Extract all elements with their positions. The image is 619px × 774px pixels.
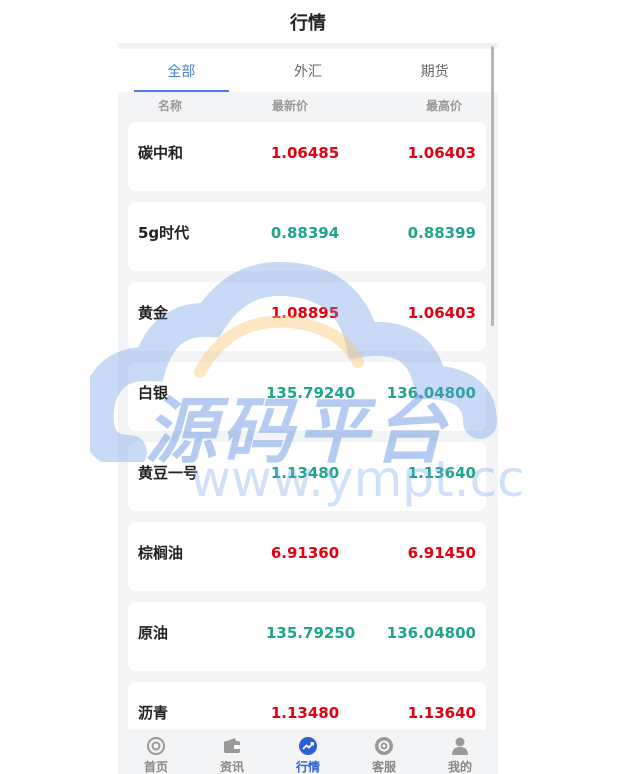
quote-row[interactable]: 5g时代 0.88394 0.88399 [128,202,486,271]
quote-name: 黄豆一号 [138,464,199,482]
tabbar-service[interactable]: 客服 [346,730,422,774]
tabbar-label: 客服 [371,760,396,774]
home-icon [146,736,166,756]
tab-futures[interactable]: 期货 [371,49,498,92]
quote-name: 原油 [138,624,169,642]
tabbar-news[interactable]: 资讯 [194,730,270,774]
bottom-tabbar: 首页 资讯 行情 客服 我的 [118,730,498,774]
quote-high: 136.04800 [386,384,476,402]
tabbar-label: 行情 [295,760,320,774]
quote-row[interactable]: 黄金 1.08895 1.06403 [128,282,486,351]
tabbar-label: 首页 [143,760,168,774]
phone-screen: 行情 全部 外汇 期货 名称 最新价 最高价 碳中和 1.06485 1.064… [118,0,498,774]
quote-row[interactable]: 碳中和 1.06485 1.06403 [128,122,486,191]
tab-all[interactable]: 全部 [118,49,245,92]
tabbar-home[interactable]: 首页 [118,730,194,774]
quote-high: 1.13640 [407,464,476,482]
column-header: 名称 最新价 最高价 [118,92,498,118]
tabbar-label: 我的 [447,760,472,774]
column-high: 最高价 [426,98,463,113]
wallet-icon [222,736,242,756]
service-icon [374,736,394,756]
quote-latest: 135.79250 [266,624,356,642]
header-bar: 行情 [118,0,498,46]
tabbar-market[interactable]: 行情 [270,730,346,774]
tab-bar: 全部 外汇 期货 [118,49,498,92]
quote-name: 棕榈油 [138,544,184,562]
quote-high: 136.04800 [386,624,476,642]
quote-name: 5g时代 [138,224,190,242]
trend-icon [298,736,318,756]
quote-name: 白银 [138,384,169,402]
quote-high: 6.91450 [407,544,476,562]
quote-row[interactable]: 原油 135.79250 136.04800 [128,602,486,671]
quote-name: 碳中和 [138,144,184,162]
tabbar-mine[interactable]: 我的 [422,730,498,774]
column-name: 名称 [158,98,183,113]
quote-latest: 0.88394 [270,224,340,242]
quote-high: 1.06403 [407,144,476,162]
tab-forex[interactable]: 外汇 [245,49,372,92]
quote-high: 1.06403 [407,304,476,322]
quote-latest: 135.79240 [266,384,356,402]
quote-row[interactable]: 黄豆一号 1.13480 1.13640 [128,442,486,511]
quote-row[interactable]: 白银 135.79240 136.04800 [128,362,486,431]
user-icon [450,736,470,756]
tabbar-label: 资讯 [219,760,244,774]
quote-high: 0.88399 [407,224,476,242]
quote-latest: 1.08895 [270,304,340,322]
quote-latest: 6.91360 [270,544,340,562]
quote-latest: 1.06485 [270,144,340,162]
quote-row[interactable]: 棕榈油 6.91360 6.91450 [128,522,486,591]
page-title: 行情 [290,12,326,34]
scrollbar[interactable] [491,46,494,326]
column-latest: 最新价 [272,98,309,113]
quote-name: 黄金 [138,304,169,322]
quote-latest: 1.13480 [270,464,340,482]
